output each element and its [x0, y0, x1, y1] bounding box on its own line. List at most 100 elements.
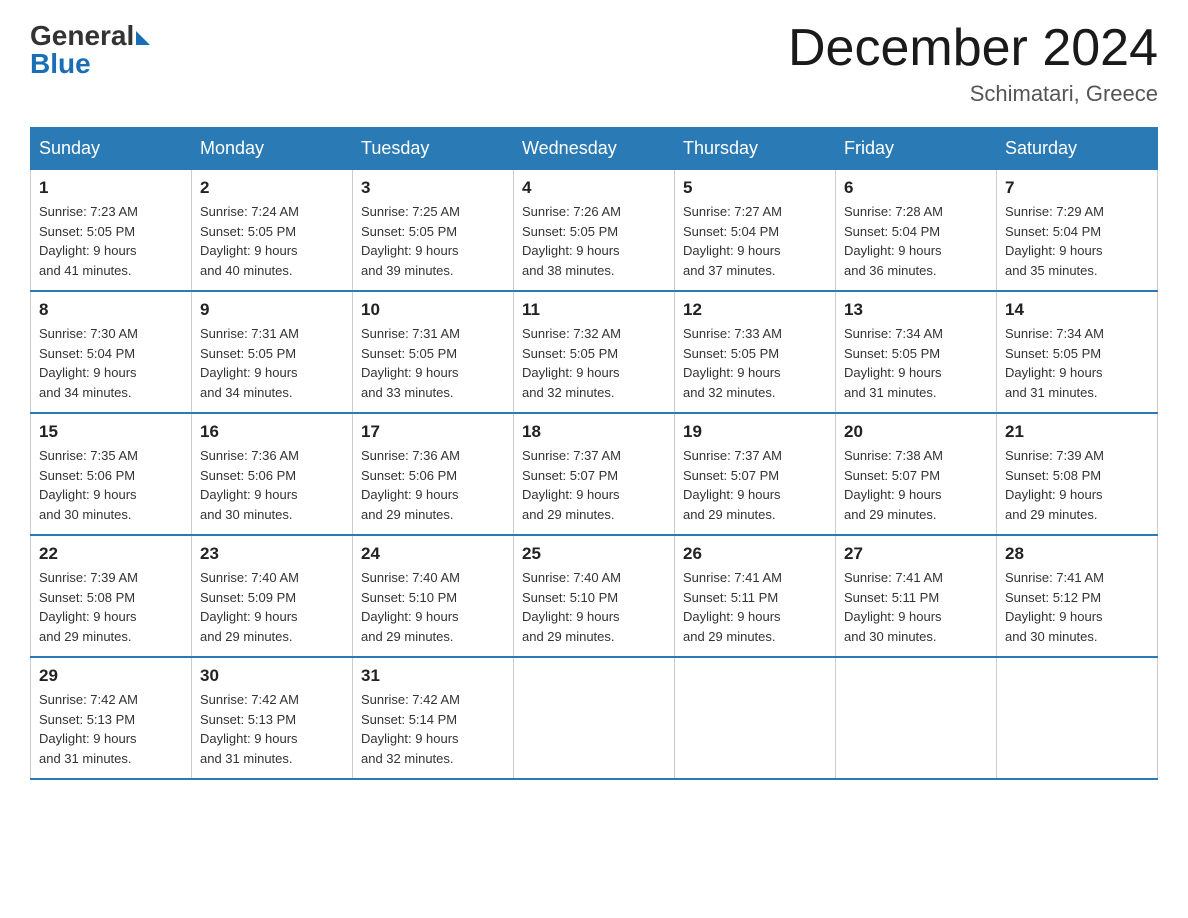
- calendar-cell: [836, 657, 997, 779]
- day-number: 9: [200, 300, 344, 320]
- day-number: 20: [844, 422, 988, 442]
- day-number: 12: [683, 300, 827, 320]
- day-number: 21: [1005, 422, 1149, 442]
- day-info: Sunrise: 7:28 AM Sunset: 5:04 PM Dayligh…: [844, 202, 988, 280]
- calendar-cell: 7 Sunrise: 7:29 AM Sunset: 5:04 PM Dayli…: [997, 170, 1158, 292]
- calendar-cell: 28 Sunrise: 7:41 AM Sunset: 5:12 PM Dayl…: [997, 535, 1158, 657]
- calendar-cell: 26 Sunrise: 7:41 AM Sunset: 5:11 PM Dayl…: [675, 535, 836, 657]
- day-info: Sunrise: 7:41 AM Sunset: 5:11 PM Dayligh…: [844, 568, 988, 646]
- calendar-cell: 13 Sunrise: 7:34 AM Sunset: 5:05 PM Dayl…: [836, 291, 997, 413]
- calendar-cell: 3 Sunrise: 7:25 AM Sunset: 5:05 PM Dayli…: [353, 170, 514, 292]
- calendar-cell: 15 Sunrise: 7:35 AM Sunset: 5:06 PM Dayl…: [31, 413, 192, 535]
- header-saturday: Saturday: [997, 128, 1158, 170]
- day-number: 1: [39, 178, 183, 198]
- day-info: Sunrise: 7:33 AM Sunset: 5:05 PM Dayligh…: [683, 324, 827, 402]
- logo-blue: Blue: [30, 48, 91, 80]
- calendar-cell: [675, 657, 836, 779]
- calendar-cell: 16 Sunrise: 7:36 AM Sunset: 5:06 PM Dayl…: [192, 413, 353, 535]
- day-info: Sunrise: 7:37 AM Sunset: 5:07 PM Dayligh…: [522, 446, 666, 524]
- day-number: 8: [39, 300, 183, 320]
- day-info: Sunrise: 7:39 AM Sunset: 5:08 PM Dayligh…: [39, 568, 183, 646]
- calendar-week-row: 8 Sunrise: 7:30 AM Sunset: 5:04 PM Dayli…: [31, 291, 1158, 413]
- day-number: 29: [39, 666, 183, 686]
- day-info: Sunrise: 7:24 AM Sunset: 5:05 PM Dayligh…: [200, 202, 344, 280]
- day-number: 27: [844, 544, 988, 564]
- calendar-cell: 2 Sunrise: 7:24 AM Sunset: 5:05 PM Dayli…: [192, 170, 353, 292]
- day-info: Sunrise: 7:37 AM Sunset: 5:07 PM Dayligh…: [683, 446, 827, 524]
- day-number: 15: [39, 422, 183, 442]
- day-number: 2: [200, 178, 344, 198]
- day-number: 13: [844, 300, 988, 320]
- calendar-cell: 24 Sunrise: 7:40 AM Sunset: 5:10 PM Dayl…: [353, 535, 514, 657]
- day-info: Sunrise: 7:39 AM Sunset: 5:08 PM Dayligh…: [1005, 446, 1149, 524]
- calendar-cell: 14 Sunrise: 7:34 AM Sunset: 5:05 PM Dayl…: [997, 291, 1158, 413]
- day-number: 5: [683, 178, 827, 198]
- day-info: Sunrise: 7:34 AM Sunset: 5:05 PM Dayligh…: [844, 324, 988, 402]
- day-number: 22: [39, 544, 183, 564]
- day-number: 26: [683, 544, 827, 564]
- day-info: Sunrise: 7:31 AM Sunset: 5:05 PM Dayligh…: [361, 324, 505, 402]
- header-wednesday: Wednesday: [514, 128, 675, 170]
- day-info: Sunrise: 7:30 AM Sunset: 5:04 PM Dayligh…: [39, 324, 183, 402]
- day-number: 17: [361, 422, 505, 442]
- day-number: 24: [361, 544, 505, 564]
- calendar-cell: 29 Sunrise: 7:42 AM Sunset: 5:13 PM Dayl…: [31, 657, 192, 779]
- day-info: Sunrise: 7:29 AM Sunset: 5:04 PM Dayligh…: [1005, 202, 1149, 280]
- day-info: Sunrise: 7:40 AM Sunset: 5:10 PM Dayligh…: [522, 568, 666, 646]
- day-number: 16: [200, 422, 344, 442]
- calendar-table: Sunday Monday Tuesday Wednesday Thursday…: [30, 127, 1158, 780]
- day-number: 3: [361, 178, 505, 198]
- day-info: Sunrise: 7:25 AM Sunset: 5:05 PM Dayligh…: [361, 202, 505, 280]
- calendar-cell: 22 Sunrise: 7:39 AM Sunset: 5:08 PM Dayl…: [31, 535, 192, 657]
- header-thursday: Thursday: [675, 128, 836, 170]
- calendar-week-row: 1 Sunrise: 7:23 AM Sunset: 5:05 PM Dayli…: [31, 170, 1158, 292]
- calendar-cell: 18 Sunrise: 7:37 AM Sunset: 5:07 PM Dayl…: [514, 413, 675, 535]
- day-info: Sunrise: 7:35 AM Sunset: 5:06 PM Dayligh…: [39, 446, 183, 524]
- calendar-cell: 6 Sunrise: 7:28 AM Sunset: 5:04 PM Dayli…: [836, 170, 997, 292]
- calendar-cell: 31 Sunrise: 7:42 AM Sunset: 5:14 PM Dayl…: [353, 657, 514, 779]
- calendar-cell: 11 Sunrise: 7:32 AM Sunset: 5:05 PM Dayl…: [514, 291, 675, 413]
- day-info: Sunrise: 7:42 AM Sunset: 5:13 PM Dayligh…: [200, 690, 344, 768]
- title-section: December 2024 Schimatari, Greece: [788, 20, 1158, 107]
- calendar-cell: [514, 657, 675, 779]
- calendar-cell: 19 Sunrise: 7:37 AM Sunset: 5:07 PM Dayl…: [675, 413, 836, 535]
- day-info: Sunrise: 7:23 AM Sunset: 5:05 PM Dayligh…: [39, 202, 183, 280]
- day-number: 14: [1005, 300, 1149, 320]
- day-info: Sunrise: 7:34 AM Sunset: 5:05 PM Dayligh…: [1005, 324, 1149, 402]
- header-sunday: Sunday: [31, 128, 192, 170]
- day-number: 11: [522, 300, 666, 320]
- calendar-cell: 20 Sunrise: 7:38 AM Sunset: 5:07 PM Dayl…: [836, 413, 997, 535]
- calendar-cell: 10 Sunrise: 7:31 AM Sunset: 5:05 PM Dayl…: [353, 291, 514, 413]
- calendar-header: Sunday Monday Tuesday Wednesday Thursday…: [31, 128, 1158, 170]
- calendar-cell: 21 Sunrise: 7:39 AM Sunset: 5:08 PM Dayl…: [997, 413, 1158, 535]
- calendar-cell: 12 Sunrise: 7:33 AM Sunset: 5:05 PM Dayl…: [675, 291, 836, 413]
- calendar-cell: 4 Sunrise: 7:26 AM Sunset: 5:05 PM Dayli…: [514, 170, 675, 292]
- logo: General Blue: [30, 20, 150, 80]
- day-info: Sunrise: 7:42 AM Sunset: 5:14 PM Dayligh…: [361, 690, 505, 768]
- calendar-cell: [997, 657, 1158, 779]
- day-info: Sunrise: 7:40 AM Sunset: 5:10 PM Dayligh…: [361, 568, 505, 646]
- day-info: Sunrise: 7:36 AM Sunset: 5:06 PM Dayligh…: [200, 446, 344, 524]
- calendar-week-row: 22 Sunrise: 7:39 AM Sunset: 5:08 PM Dayl…: [31, 535, 1158, 657]
- logo-arrow-icon: [136, 31, 150, 45]
- day-number: 18: [522, 422, 666, 442]
- calendar-cell: 23 Sunrise: 7:40 AM Sunset: 5:09 PM Dayl…: [192, 535, 353, 657]
- day-number: 30: [200, 666, 344, 686]
- page-header: General Blue December 2024 Schimatari, G…: [30, 20, 1158, 107]
- calendar-cell: 8 Sunrise: 7:30 AM Sunset: 5:04 PM Dayli…: [31, 291, 192, 413]
- header-tuesday: Tuesday: [353, 128, 514, 170]
- day-number: 19: [683, 422, 827, 442]
- calendar-cell: 9 Sunrise: 7:31 AM Sunset: 5:05 PM Dayli…: [192, 291, 353, 413]
- calendar-cell: 30 Sunrise: 7:42 AM Sunset: 5:13 PM Dayl…: [192, 657, 353, 779]
- calendar-cell: 27 Sunrise: 7:41 AM Sunset: 5:11 PM Dayl…: [836, 535, 997, 657]
- day-info: Sunrise: 7:26 AM Sunset: 5:05 PM Dayligh…: [522, 202, 666, 280]
- day-info: Sunrise: 7:40 AM Sunset: 5:09 PM Dayligh…: [200, 568, 344, 646]
- calendar-cell: 5 Sunrise: 7:27 AM Sunset: 5:04 PM Dayli…: [675, 170, 836, 292]
- calendar-cell: 25 Sunrise: 7:40 AM Sunset: 5:10 PM Dayl…: [514, 535, 675, 657]
- calendar-body: 1 Sunrise: 7:23 AM Sunset: 5:05 PM Dayli…: [31, 170, 1158, 780]
- day-info: Sunrise: 7:31 AM Sunset: 5:05 PM Dayligh…: [200, 324, 344, 402]
- day-number: 7: [1005, 178, 1149, 198]
- day-number: 23: [200, 544, 344, 564]
- day-number: 25: [522, 544, 666, 564]
- day-number: 31: [361, 666, 505, 686]
